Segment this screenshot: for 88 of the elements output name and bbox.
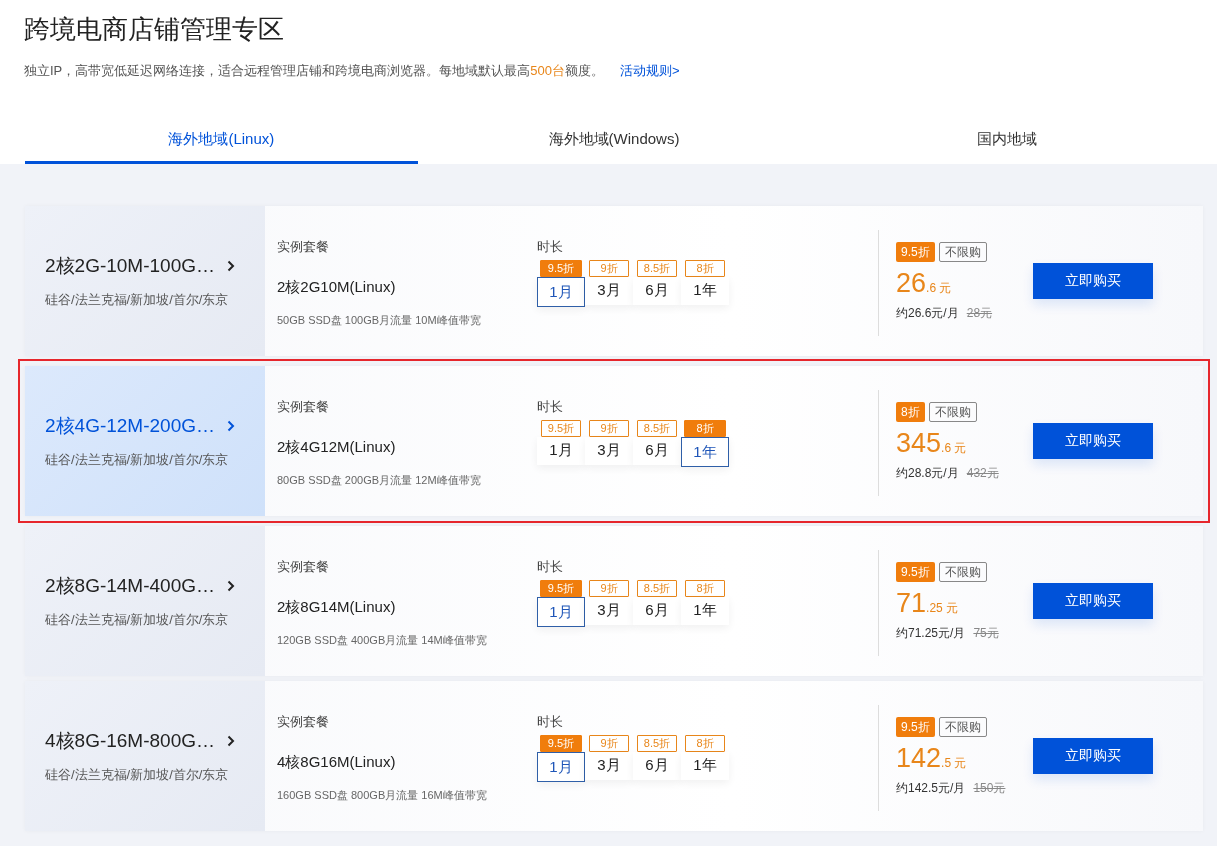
discount-tag: 9折 bbox=[589, 260, 629, 277]
plan-specs: 80GB SSD盘 200GB月流量 12M峰值带宽 bbox=[277, 473, 482, 488]
discount-badge: 9.5折 bbox=[896, 562, 935, 582]
discount-tag: 8.5折 bbox=[637, 735, 677, 752]
duration-option[interactable]: 3月 bbox=[585, 277, 633, 305]
buy-button[interactable]: 立即购买 bbox=[1033, 423, 1153, 459]
plan-name: 4核8G16M(Linux) bbox=[277, 753, 397, 772]
discount-tag: 8折 bbox=[685, 260, 725, 277]
discount-tag: 9.5折 bbox=[540, 580, 582, 597]
price-text: 345.6 元 bbox=[896, 427, 968, 460]
rules-link[interactable]: 活动规则> bbox=[620, 62, 680, 80]
discount-tag: 8.5折 bbox=[637, 420, 677, 437]
product-name[interactable]: 2核2G-10M-100G… bbox=[45, 253, 215, 279]
price-text: 142.5 元 bbox=[896, 742, 968, 775]
duration-option[interactable]: 1年 bbox=[681, 437, 729, 467]
plan-label: 实例套餐 bbox=[277, 238, 330, 256]
plan-label: 实例套餐 bbox=[277, 713, 330, 731]
discount-tag: 8折 bbox=[684, 420, 726, 437]
duration-label: 时长 bbox=[537, 238, 564, 256]
plan-specs: 160GB SSD盘 800GB月流量 16M峰值带宽 bbox=[277, 788, 488, 803]
duration-option[interactable]: 3月 bbox=[585, 752, 633, 780]
duration-option[interactable]: 1月 bbox=[537, 752, 585, 782]
original-price: 28元 bbox=[966, 305, 993, 322]
product-name[interactable]: 2核8G-14M-400G… bbox=[45, 573, 215, 599]
plan-label: 实例套餐 bbox=[277, 558, 330, 576]
original-price: 75元 bbox=[973, 625, 999, 642]
limit-tag: 不限购 bbox=[928, 402, 977, 422]
region-tab[interactable]: 国内地域 bbox=[810, 120, 1203, 164]
duration-option[interactable]: 3月 bbox=[585, 597, 633, 625]
duration-label: 时长 bbox=[537, 398, 564, 416]
discount-badge: 8折 bbox=[896, 402, 925, 422]
discount-tag: 9.5折 bbox=[540, 260, 582, 277]
discount-tag: 8.5折 bbox=[637, 580, 677, 597]
plan-name: 2核8G14M(Linux) bbox=[277, 598, 397, 617]
product-name[interactable]: 2核4G-12M-200G… bbox=[45, 413, 215, 439]
monthly-price: 约28.8元/月 bbox=[896, 465, 959, 482]
price-text: 26.6 元 bbox=[896, 267, 953, 300]
plan-name: 2核4G12M(Linux) bbox=[277, 438, 397, 457]
monthly-price: 约142.5元/月 bbox=[896, 780, 966, 797]
discount-tag: 8.5折 bbox=[637, 260, 677, 277]
buy-button[interactable]: 立即购买 bbox=[1033, 738, 1153, 774]
duration-option[interactable]: 1月 bbox=[537, 597, 585, 627]
duration-option[interactable]: 3月 bbox=[585, 437, 633, 465]
duration-option[interactable]: 1年 bbox=[681, 752, 729, 780]
chevron-right-icon[interactable] bbox=[227, 260, 235, 272]
limit-tag: 不限购 bbox=[938, 717, 987, 737]
duration-option[interactable]: 1月 bbox=[537, 277, 585, 307]
plan-name: 2核2G10M(Linux) bbox=[277, 278, 397, 297]
discount-tag: 8折 bbox=[685, 735, 725, 752]
chevron-right-icon[interactable] bbox=[227, 735, 235, 747]
duration-option[interactable]: 1月 bbox=[537, 437, 585, 465]
discount-tag: 9折 bbox=[589, 735, 629, 752]
chevron-right-icon[interactable] bbox=[227, 580, 235, 592]
original-price: 432元 bbox=[966, 465, 999, 482]
buy-button[interactable]: 立即购买 bbox=[1033, 583, 1153, 619]
region-list: 硅谷/法兰克福/新加坡/首尔/东京 bbox=[45, 766, 265, 784]
region-list: 硅谷/法兰克福/新加坡/首尔/东京 bbox=[45, 291, 265, 309]
discount-tag: 9.5折 bbox=[540, 735, 582, 752]
duration-option[interactable]: 6月 bbox=[633, 752, 681, 780]
discount-badge: 9.5折 bbox=[896, 717, 935, 737]
duration-option[interactable]: 6月 bbox=[633, 597, 681, 625]
plan-specs: 120GB SSD盘 400GB月流量 14M峰值带宽 bbox=[277, 633, 488, 648]
duration-label: 时长 bbox=[537, 558, 564, 576]
discount-tag: 9折 bbox=[589, 580, 629, 597]
monthly-price: 约71.25元/月 bbox=[896, 625, 966, 642]
duration-option[interactable]: 6月 bbox=[633, 437, 681, 465]
duration-option[interactable]: 6月 bbox=[633, 277, 681, 305]
page-title: 跨境电商店铺管理专区 bbox=[24, 13, 285, 46]
discount-badge: 9.5折 bbox=[896, 242, 935, 262]
plan-label: 实例套餐 bbox=[277, 398, 330, 416]
discount-tag: 9.5折 bbox=[541, 420, 581, 437]
limit-tag: 不限购 bbox=[938, 562, 987, 582]
region-list: 硅谷/法兰克福/新加坡/首尔/东京 bbox=[45, 611, 265, 629]
plan-specs: 50GB SSD盘 100GB月流量 10M峰值带宽 bbox=[277, 313, 482, 328]
buy-button[interactable]: 立即购买 bbox=[1033, 263, 1153, 299]
region-tab[interactable]: 海外地域(Windows) bbox=[417, 120, 811, 164]
original-price: 150元 bbox=[973, 780, 1006, 797]
limit-tag: 不限购 bbox=[938, 242, 987, 262]
price-text: 71.25 元 bbox=[896, 587, 960, 620]
region-list: 硅谷/法兰克福/新加坡/首尔/东京 bbox=[45, 451, 265, 469]
monthly-price: 约26.6元/月 bbox=[896, 305, 959, 322]
duration-option[interactable]: 1年 bbox=[681, 277, 729, 305]
description-text: 独立IP，高带宽低延迟网络连接，适合远程管理店铺和跨境电商浏览器。每地域默认最高500台额度。 bbox=[24, 62, 604, 80]
duration-label: 时长 bbox=[537, 713, 564, 731]
discount-tag: 9折 bbox=[589, 420, 629, 437]
product-name[interactable]: 4核8G-16M-800G… bbox=[45, 728, 215, 754]
discount-tag: 8折 bbox=[685, 580, 725, 597]
duration-option[interactable]: 1年 bbox=[681, 597, 729, 625]
